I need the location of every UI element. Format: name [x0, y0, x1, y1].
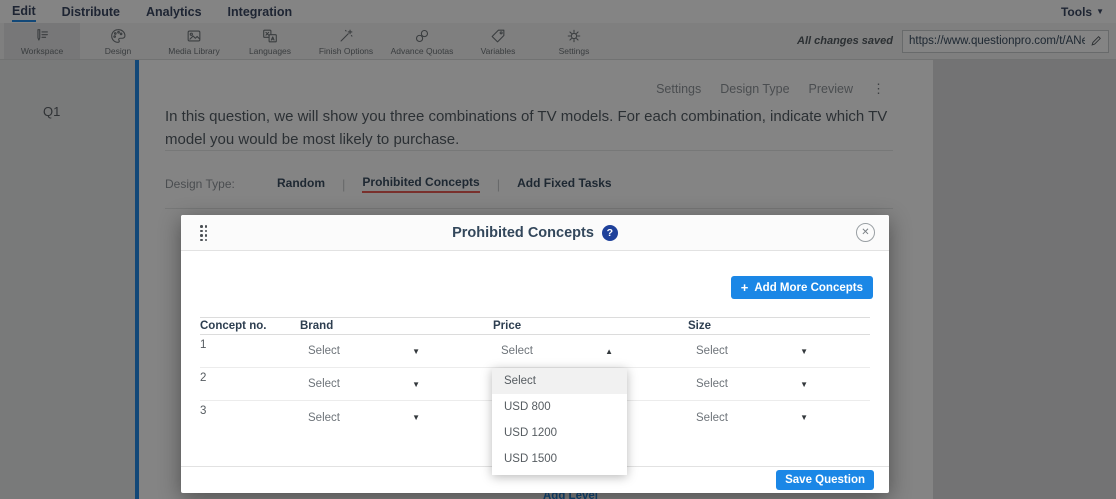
chevron-up-icon: ▲ — [605, 347, 613, 356]
concept-number: 1 — [200, 335, 300, 351]
chevron-down-icon: ▼ — [800, 380, 808, 389]
select-value: Select — [696, 378, 728, 390]
concept-number: 3 — [200, 401, 300, 417]
add-more-concepts-button[interactable]: + Add More Concepts — [731, 276, 873, 299]
brand-select-row3[interactable]: Select ▼ — [300, 412, 428, 424]
col-concept-no: Concept no. — [200, 320, 300, 332]
col-size: Size — [688, 320, 870, 332]
select-value: Select — [308, 345, 340, 357]
brand-select-row2[interactable]: Select ▼ — [300, 378, 428, 390]
chevron-down-icon: ▼ — [800, 347, 808, 356]
size-select-row1[interactable]: Select ▼ — [688, 345, 816, 357]
dropdown-option-select[interactable]: Select — [492, 368, 627, 394]
close-icon[interactable]: ✕ — [856, 223, 875, 242]
brand-select-row1[interactable]: Select ▼ — [300, 345, 428, 357]
concept-number: 2 — [200, 368, 300, 384]
drag-handle-icon[interactable] — [200, 225, 208, 242]
add-more-concepts-label: Add More Concepts — [754, 282, 863, 294]
modal-header: Prohibited Concepts ? ✕ — [181, 215, 889, 251]
size-select-row3[interactable]: Select ▼ — [688, 412, 816, 424]
col-price: Price — [493, 320, 688, 332]
table-header-row: Concept no. Brand Price Size — [200, 317, 870, 335]
dropdown-option-usd-800[interactable]: USD 800 — [492, 394, 627, 420]
col-brand: Brand — [300, 320, 493, 332]
modal-title: Prohibited Concepts — [452, 225, 594, 241]
select-value: Select — [308, 412, 340, 424]
size-select-row2[interactable]: Select ▼ — [688, 378, 816, 390]
chevron-down-icon: ▼ — [800, 413, 808, 422]
chevron-down-icon: ▼ — [412, 347, 420, 356]
select-value: Select — [501, 345, 533, 357]
price-select-row1[interactable]: Select ▲ — [493, 345, 621, 357]
chevron-down-icon: ▼ — [412, 413, 420, 422]
chevron-down-icon: ▼ — [412, 380, 420, 389]
select-value: Select — [696, 345, 728, 357]
table-row: 1 Select ▼ Select ▲ Select ▼ — [200, 335, 870, 368]
price-dropdown-menu: Select USD 800 USD 1200 USD 1500 — [492, 368, 627, 475]
modal-title-wrap: Prohibited Concepts ? — [452, 225, 618, 241]
save-question-button[interactable]: Save Question — [776, 470, 874, 490]
dropdown-option-usd-1500[interactable]: USD 1500 — [492, 446, 627, 472]
select-value: Select — [308, 378, 340, 390]
select-value: Select — [696, 412, 728, 424]
prohibited-concepts-modal: Prohibited Concepts ? ✕ + Add More Conce… — [181, 215, 889, 493]
plus-icon: + — [741, 281, 749, 294]
page: Edit Distribute Analytics Integration To… — [0, 0, 1116, 499]
help-icon[interactable]: ? — [602, 225, 618, 241]
dropdown-option-usd-1200[interactable]: USD 1200 — [492, 420, 627, 446]
